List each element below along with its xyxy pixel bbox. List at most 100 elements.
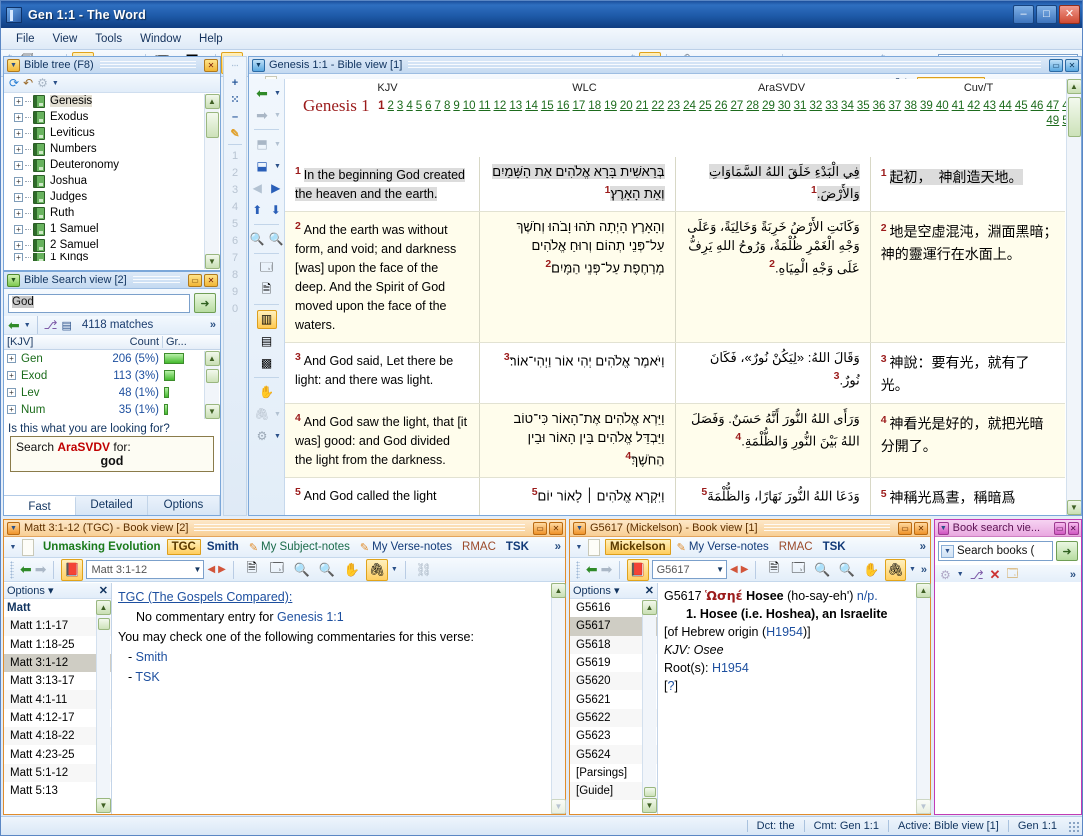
back-arrow-icon[interactable]: ⬅ [252,84,272,103]
tree-item-ruth[interactable]: + Ruth [4,205,220,221]
verse-link-27[interactable]: 27 [730,100,743,112]
verse-link-7[interactable]: 7 [435,100,441,112]
panel-menu-icon[interactable]: ▼ [7,521,20,535]
tab-options[interactable]: Options [148,496,220,515]
maximize-icon[interactable]: ▭ [898,521,912,535]
forward-arrow-icon[interactable]: ➡ [601,561,613,578]
expand-icon[interactable]: + [14,176,23,186]
scroll-down-icon[interactable]: ▼ [204,254,220,269]
list-item[interactable]: Matt 3:13-17 [4,672,111,690]
book-search-results[interactable] [935,582,1081,814]
verse-grid[interactable]: 1 In the beginning God created the heave… [285,157,1065,515]
clip-dropdown-icon[interactable]: ▼ [274,411,281,418]
verse-cell[interactable]: 2 地是空虛混沌，淵面黑暗； 神的靈運行在水面上。 [871,212,1065,342]
verse-link-2[interactable]: 2 [388,100,394,112]
verse-cell[interactable]: בְּרֵאשִׁית בָּרָא אֱלֹהִים אֵת הַשָּׁמַ… [480,157,676,212]
expand-icon[interactable]: + [14,224,23,234]
search-suggestion-box[interactable]: Search AraSVDV for: god [10,436,214,472]
verse-cell[interactable]: 3 神說：要有光，就有了光。 [871,343,1065,403]
next-entry-icon[interactable]: ▶ [741,564,749,575]
close-button[interactable]: ✕ [1059,5,1080,24]
verse-link-10[interactable]: 10 [463,100,476,112]
verse-cell[interactable]: وَرَأَى اللهُ النُّورَ أَنَّهُ حَسَنٌ. و… [676,403,871,478]
tree-item-deuteronomy[interactable]: + Deuteronomy [4,157,220,173]
prev-entry-icon[interactable]: ◀ [207,564,215,575]
verse-cell[interactable]: וַיַּרְא אֱלֹהִים אֶת־הָאוֹר כִּי־טוֹב ו… [480,403,676,478]
verse-cell[interactable]: 4 And God saw the light, that [it was] g… [285,403,481,478]
list-item[interactable]: Matt 1:18-25 [4,636,111,654]
refresh-icon[interactable]: ⟳ [9,76,19,90]
open-book-icon[interactable]: 📕 [627,558,649,581]
verse-cell[interactable]: וַיִּקְרָא אֱלֹהִים ׀ לָאוֹר יוֹם5 [480,478,676,515]
verse-cell[interactable]: 1 起初， 神創造天地。 [871,157,1065,211]
part-of-speech[interactable]: n/p. [857,589,878,603]
maximize-button[interactable]: □ [1036,5,1057,24]
list-item[interactable]: Matt 3:1-12 [4,653,111,673]
verse-link-5[interactable]: 5 [416,100,422,112]
verse-link-40[interactable]: 40 [936,100,949,112]
verse-row-2[interactable]: 2 And the earth was without form, and vo… [285,212,1065,344]
expand-icon[interactable]: + [14,128,23,138]
tab-rmac[interactable]: RMAC [458,540,500,554]
tree-item-numbers[interactable]: + Numbers [4,141,220,157]
prev-entry-icon[interactable]: ◀ [730,564,738,575]
options-menu[interactable]: Options ▾ [573,584,620,597]
scroll-thumb[interactable] [643,787,656,797]
bible-tree-list[interactable]: + Genesis + Exodus + Leviticus + Numbers + De… [4,93,220,270]
list-item[interactable]: Matt 5:1-12 [4,763,111,782]
verse-link-6[interactable]: 6 [425,100,431,112]
settings-dropdown-icon[interactable]: ▼ [957,571,964,578]
branch-icon[interactable]: ⎇ [970,568,984,582]
expand-icon[interactable]: + [14,208,23,218]
tab-my-verse-notes[interactable]: ✎ My Verse-notes [356,540,456,555]
commentary-link-smith[interactable]: Smith [136,650,168,664]
open-book-icon[interactable]: 📕 [61,558,84,581]
panel-menu-icon[interactable]: ▼ [7,273,20,287]
zoom-out-icon[interactable]: 🔍 [316,559,338,581]
hand-tool-icon[interactable]: ✋ [341,559,363,581]
view-settings-icon[interactable]: 🗔 [257,259,277,278]
scroll-up-icon[interactable]: ▲ [1066,79,1081,94]
tree-item-joshua[interactable]: + Joshua [4,173,220,189]
tab-unmasking-evolution[interactable]: Unmasking Evolution [39,540,165,554]
link-icon[interactable]: ⛓ [413,559,435,581]
clip-dropdown-icon[interactable]: ▼ [391,566,398,573]
table-row[interactable]: + Lev 48 (1%) [4,384,220,401]
verse-row-3[interactable]: 3 And God said, Let there be light: and … [285,343,1065,404]
back-arrow-icon[interactable]: ⬅ [8,317,20,334]
verse-link-11[interactable]: 11 [479,100,491,112]
next-entry-icon[interactable]: ▶ [218,564,226,575]
zoom-in-icon[interactable]: 🔍 [291,559,313,581]
close-icon[interactable]: ✕ [645,584,654,597]
sidebar-scrollbar[interactable]: ▲ ▼ [96,600,111,813]
help-link[interactable]: ? [667,679,674,693]
search-input[interactable]: God [8,293,190,313]
verse-link-29[interactable]: 29 [762,100,775,112]
tab-smith[interactable]: Smith [203,540,243,554]
verse-cell[interactable]: 4 神看光是好的，就把光暗分開了。 [871,404,1065,477]
hand-tool-icon[interactable]: ✋ [860,559,881,581]
marker-1[interactable]: 1 [224,147,246,164]
book-search-go-button[interactable]: ➜ [1056,541,1078,561]
content-heading[interactable]: TGC (The Gospels Compared): [118,587,559,607]
scroll-down-icon[interactable]: ▼ [642,798,657,813]
list-view-icon[interactable]: ▤ [62,319,72,332]
expand-icon[interactable]: + [7,405,16,414]
scroll-up-icon[interactable]: ▲ [916,583,931,598]
expand-icon[interactable]: + [14,144,23,154]
list-item[interactable]: Matt 4:18-22 [4,727,111,746]
verse-link-24[interactable]: 24 [683,100,696,112]
menu-view[interactable]: View [44,31,87,47]
verse-link-34[interactable]: 34 [841,100,854,112]
close-icon[interactable]: ✕ [1065,58,1079,72]
tab-tgc[interactable]: TGC [166,539,201,555]
verse-link-15[interactable]: 15 [541,100,554,112]
chevron-down-icon[interactable]: ▼ [194,565,202,574]
verse-link-38[interactable]: 38 [904,100,917,112]
verse-link-18[interactable]: 18 [588,100,601,112]
verse-link-17[interactable]: 17 [573,100,586,112]
verse-row-4[interactable]: 4 And God saw the light, that [it was] g… [285,403,1065,479]
verse-cell[interactable]: فِي الْبَدْءِ خَلَقَ اللهُ السَّمَاوَاتِ… [676,157,871,212]
marker-9[interactable]: 9 [224,283,246,300]
tab-detailed[interactable]: Detailed [76,496,148,515]
